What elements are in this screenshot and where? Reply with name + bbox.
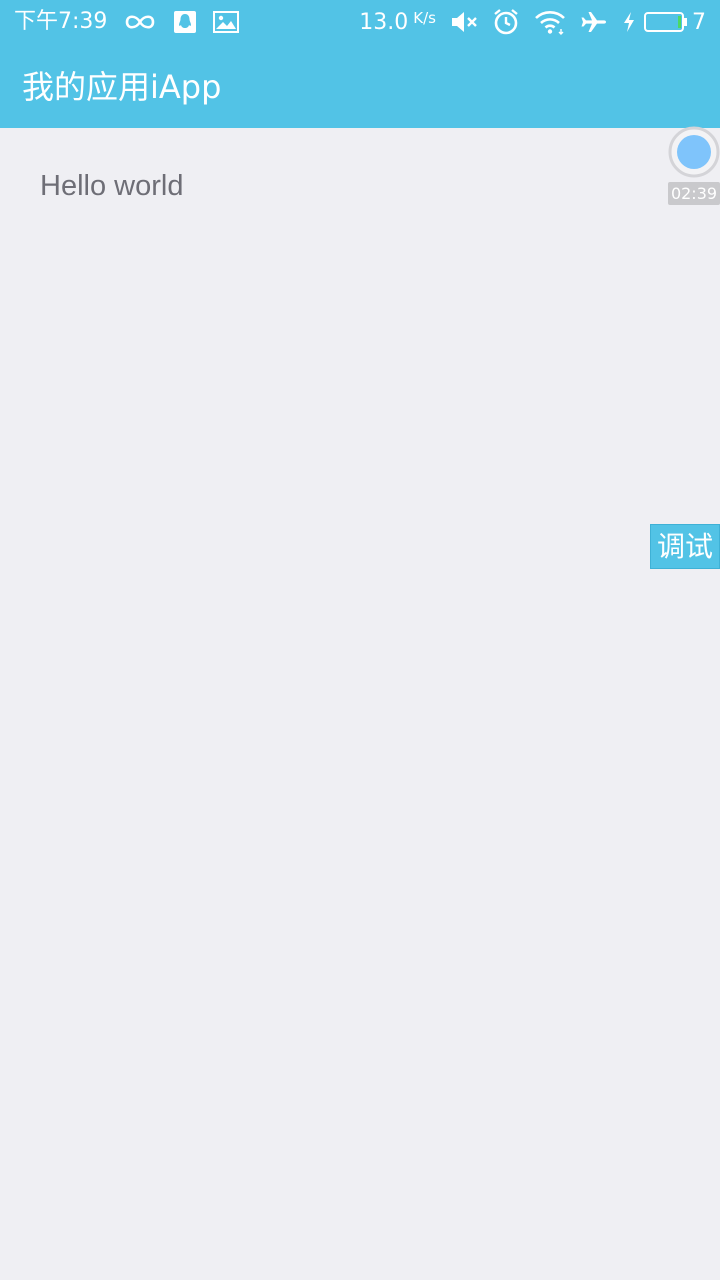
qq-icon xyxy=(173,10,197,34)
mute-icon xyxy=(450,10,478,34)
infinity-icon xyxy=(123,12,157,32)
screen-record-button[interactable] xyxy=(668,126,720,178)
status-bar-left: 下午7:39 xyxy=(14,0,240,44)
battery-fill xyxy=(678,16,681,28)
record-timer: 02:39 xyxy=(668,182,720,205)
app-title: 我的应用iApp xyxy=(22,68,222,106)
network-speed-value: 13.0 xyxy=(359,9,409,35)
record-dot-icon xyxy=(677,135,711,169)
charging-icon xyxy=(622,11,636,33)
hello-text: Hello world xyxy=(40,170,184,202)
app-bar: 我的应用iApp xyxy=(0,44,720,128)
status-bar-right: 13.0 K/s 7 xyxy=(359,0,706,44)
status-time: 下午7:39 xyxy=(14,9,108,34)
status-bar: 下午7:39 13.0 K/s 7 xyxy=(0,0,720,44)
debug-button[interactable]: 调试 xyxy=(650,524,720,569)
wifi-icon xyxy=(534,9,566,35)
airplane-icon xyxy=(580,10,608,34)
battery-percent: 7 xyxy=(692,9,706,35)
network-speed: 13.0 K/s xyxy=(359,8,436,35)
alarm-icon xyxy=(492,8,520,36)
network-speed-unit: K/s xyxy=(413,8,436,27)
image-icon xyxy=(213,11,240,33)
battery-icon xyxy=(644,11,688,33)
